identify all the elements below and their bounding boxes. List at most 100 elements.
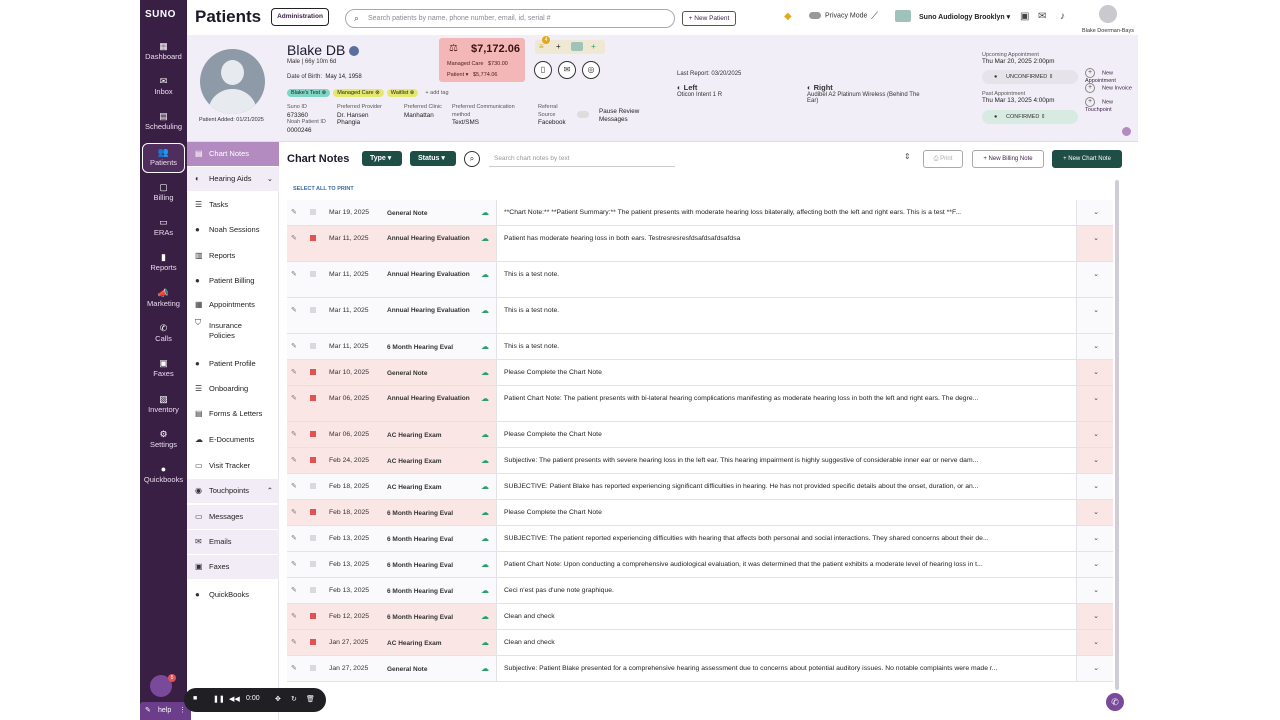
row-note[interactable]: Subjective: The patient presents with se… bbox=[496, 448, 1077, 473]
user-avatar[interactable] bbox=[1099, 5, 1117, 23]
pin-icon[interactable]: ✎ bbox=[291, 234, 297, 242]
nav-item-scheduling[interactable]: ▤ Scheduling bbox=[142, 108, 185, 138]
chevron-down-icon[interactable]: ⌄ bbox=[1093, 270, 1099, 278]
flag-checkbox[interactable] bbox=[310, 509, 316, 515]
pin-icon[interactable]: ✎ bbox=[291, 612, 297, 620]
row-note[interactable]: Ceci n'est pas d'une note graphique. bbox=[496, 578, 1077, 603]
flag-checkbox[interactable] bbox=[310, 395, 316, 401]
select-all-link[interactable]: SELECT ALL TO PRINT bbox=[293, 186, 354, 192]
flag-checkbox[interactable] bbox=[310, 561, 316, 567]
nav-item-eras[interactable]: ▭ ERAs bbox=[142, 214, 185, 244]
subnav-item-insurance-policies[interactable]: ⛉ Insurance Policies bbox=[187, 318, 279, 350]
email-icon[interactable]: ✉ bbox=[558, 61, 576, 79]
restart-icon[interactable]: ↻ bbox=[291, 695, 297, 703]
chevron-down-icon[interactable]: ⌄ bbox=[1093, 664, 1099, 672]
nav-item-reports[interactable]: ▮ Reports bbox=[142, 249, 185, 279]
row-note[interactable]: This is a test note. bbox=[496, 334, 1077, 359]
chevron-down-icon[interactable]: ⌄ bbox=[1093, 368, 1099, 376]
row-note[interactable]: **Chart Note:** **Patient Summary:** The… bbox=[496, 200, 1077, 225]
table-row[interactable]: ✎ Mar 19, 2025 General Note ☁ **Chart Note:*… bbox=[287, 200, 1113, 226]
table-row[interactable]: ✎ Mar 11, 2025 Annual Hearing Evaluation ☁ P… bbox=[287, 226, 1113, 262]
row-note[interactable]: Please Complete the Chart Note bbox=[496, 500, 1077, 525]
subnav-item-hearing-aids[interactable]: ◐ Hearing Aids ⌄ bbox=[187, 167, 279, 191]
administration-button[interactable]: Administration bbox=[271, 8, 329, 26]
table-row[interactable]: ✎ Mar 11, 2025 Annual Hearing Evaluation ☁ T… bbox=[287, 262, 1113, 298]
chevron-down-icon[interactable]: ⌄ bbox=[1093, 534, 1099, 542]
pin-icon[interactable]: ✎ bbox=[291, 456, 297, 464]
nav-item-dashboard[interactable]: ▦ Dashboard bbox=[142, 38, 185, 68]
remove-tag-icon[interactable]: ⊗ bbox=[408, 90, 415, 96]
patient-avatar[interactable] bbox=[200, 49, 265, 114]
remove-tag-icon[interactable]: ⊗ bbox=[374, 90, 380, 96]
chevron-down-icon[interactable]: ⌄ bbox=[1093, 638, 1099, 646]
chevron-down-icon[interactable]: ⌄ bbox=[1093, 456, 1099, 464]
pin-icon[interactable]: ✎ bbox=[291, 534, 297, 542]
rewind-icon[interactable]: ◀◀ bbox=[229, 695, 240, 703]
chevron-down-icon[interactable]: ⌄ bbox=[1093, 342, 1099, 350]
row-note[interactable]: Patient Chart Note: The patient presents… bbox=[496, 386, 1077, 421]
new-appointment-button[interactable]: + New Appointment bbox=[1085, 68, 1138, 84]
tag-chip[interactable]: Waitlist ⊗ bbox=[386, 89, 419, 97]
chevron-down-icon[interactable]: ⌄ bbox=[1093, 612, 1099, 620]
subnav-item-patient-profile[interactable]: ● Patient Profile bbox=[187, 352, 279, 376]
subnav-item-quickbooks[interactable]: ● QuickBooks bbox=[187, 583, 279, 607]
patient-search-input[interactable]: ⌕ Search patients by name, phone number,… bbox=[345, 9, 675, 28]
subnav-item-appointments[interactable]: ▦ Appointments bbox=[187, 293, 279, 317]
confirmed-status[interactable]: ● CONFIRMED ⇕ bbox=[982, 110, 1078, 124]
subnav-item-visit-tracker[interactable]: ▭ Visit Tracker bbox=[187, 454, 279, 478]
new-touchpoint-button[interactable]: + New Touchpoint bbox=[1085, 97, 1138, 113]
past-appointment[interactable]: Past Appointment Thu Mar 13, 2025 4:00pm bbox=[982, 91, 1054, 104]
expand-icon[interactable] bbox=[1122, 127, 1131, 136]
row-note[interactable]: This is a test note. bbox=[496, 262, 1077, 297]
pin-icon[interactable]: ✎ bbox=[291, 508, 297, 516]
row-note[interactable]: Patient has moderate hearing loss in bot… bbox=[496, 226, 1077, 261]
subnav-item-forms-letters[interactable]: ▤ Forms & Letters bbox=[187, 402, 279, 426]
pin-icon[interactable]: ✎ bbox=[291, 638, 297, 646]
new-billing-note-button[interactable]: + New Billing Note bbox=[972, 150, 1044, 168]
plus-icon[interactable]: + bbox=[591, 42, 596, 51]
nav-item-marketing[interactable]: 📣 Marketing bbox=[142, 285, 185, 315]
subnav-item-e-documents[interactable]: ☁ E-Documents bbox=[187, 428, 279, 452]
table-row[interactable]: ✎ Feb 24, 2025 AC Hearing Exam ☁ Subjective:… bbox=[287, 448, 1113, 474]
help-button[interactable]: help ✎ ⋮ bbox=[140, 702, 191, 720]
table-row[interactable]: ✎ Jan 27, 2025 AC Hearing Exam ☁ Clean and c… bbox=[287, 630, 1113, 656]
subnav-item-onboarding[interactable]: ☰ Onboarding bbox=[187, 377, 279, 401]
chevron-down-icon[interactable]: ⌄ bbox=[1093, 586, 1099, 594]
phone-icon[interactable]: ▯ bbox=[534, 61, 552, 79]
stop-icon[interactable]: ■ bbox=[193, 695, 197, 702]
chevron-down-icon[interactable]: ⌄ bbox=[1093, 306, 1099, 314]
chevron-icon[interactable]: ⌃ bbox=[267, 479, 273, 503]
subnav-item-faxes[interactable]: ▣ Faxes bbox=[187, 555, 279, 579]
chevron-down-icon[interactable]: ⌄ bbox=[1093, 482, 1099, 490]
table-row[interactable]: ✎ Feb 12, 2025 6 Month Hearing Eval ☁ Clean … bbox=[287, 604, 1113, 630]
subnav-item-noah-sessions[interactable]: ● Noah Sessions bbox=[187, 218, 279, 242]
chevron-down-icon[interactable]: ⌄ bbox=[1093, 234, 1099, 242]
pin-icon[interactable]: ✎ bbox=[291, 368, 297, 376]
row-note[interactable]: Subjective: Patient Blake presented for … bbox=[496, 656, 1077, 681]
flag-checkbox[interactable] bbox=[310, 613, 316, 619]
pin-icon[interactable]: ✎ bbox=[291, 208, 297, 216]
coins-icon[interactable]: ◆ bbox=[784, 11, 792, 22]
subnav-item-emails[interactable]: ✉ Emails bbox=[187, 530, 279, 554]
print-button[interactable]: ⎙ Print bbox=[923, 150, 963, 168]
row-note[interactable]: Please Complete the Chart Note bbox=[496, 360, 1077, 385]
subnav-item-tasks[interactable]: ☰ Tasks bbox=[187, 193, 279, 217]
pin-icon[interactable]: ✎ bbox=[291, 586, 297, 594]
comm-value[interactable]: Text/SMS bbox=[452, 119, 522, 127]
nav-item-inventory[interactable]: ▧ Inventory bbox=[142, 391, 185, 421]
table-row[interactable]: ✎ Jan 27, 2025 General Note ☁ Subjective: Pa… bbox=[287, 656, 1113, 682]
pin-icon[interactable]: ✎ bbox=[291, 342, 297, 350]
tag-chip[interactable]: Managed Care ⊗ bbox=[333, 89, 384, 97]
balance-card[interactable]: ⚖ $7,172.06 Managed Care $730.00 Patient… bbox=[439, 38, 525, 82]
table-row[interactable]: ✎ Mar 11, 2025 6 Month Hearing Eval ☁ This i… bbox=[287, 334, 1113, 360]
chevron-down-icon[interactable]: ⌄ bbox=[1093, 560, 1099, 568]
list-icon[interactable] bbox=[571, 42, 583, 51]
nav-item-faxes[interactable]: ▣ Faxes bbox=[142, 355, 185, 385]
subnav-item-chart-notes[interactable]: ▤ Chart Notes bbox=[187, 142, 279, 166]
pin-icon[interactable]: ✎ bbox=[291, 270, 297, 278]
table-row[interactable]: ✎ Feb 18, 2025 AC Hearing Exam ☁ SUBJECTIVE:… bbox=[287, 474, 1113, 500]
nav-item-patients[interactable]: 👥 Patients bbox=[142, 143, 185, 173]
flag-checkbox[interactable] bbox=[310, 535, 316, 541]
chevron-down-icon[interactable]: ⌄ bbox=[1093, 208, 1099, 216]
bell-icon[interactable]: ♪ bbox=[1060, 11, 1065, 22]
